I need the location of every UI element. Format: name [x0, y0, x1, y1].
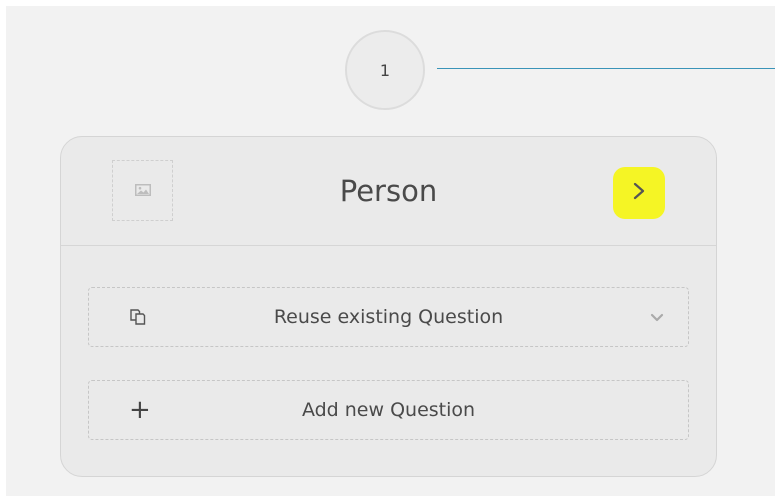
- step-number-badge: 1: [345, 30, 425, 110]
- next-button[interactable]: [613, 167, 665, 219]
- step-number: 1: [379, 60, 391, 80]
- step-connector-line: [437, 68, 775, 69]
- copy-icon: [129, 288, 147, 346]
- image-icon: [134, 181, 151, 200]
- add-new-question-button[interactable]: + Add new Question: [88, 380, 689, 440]
- question-group-card: Person Reuse existing Question + Add new…: [60, 136, 717, 477]
- reuse-existing-question-button[interactable]: Reuse existing Question: [88, 287, 689, 347]
- reuse-existing-question-label: Reuse existing Question: [273, 306, 504, 328]
- chevron-down-icon: [650, 288, 664, 346]
- card-header: Person: [61, 137, 716, 246]
- plus-icon: +: [129, 395, 151, 425]
- add-new-question-label: Add new Question: [301, 399, 476, 421]
- chevron-right-icon: [632, 181, 646, 205]
- image-placeholder[interactable]: [112, 160, 173, 221]
